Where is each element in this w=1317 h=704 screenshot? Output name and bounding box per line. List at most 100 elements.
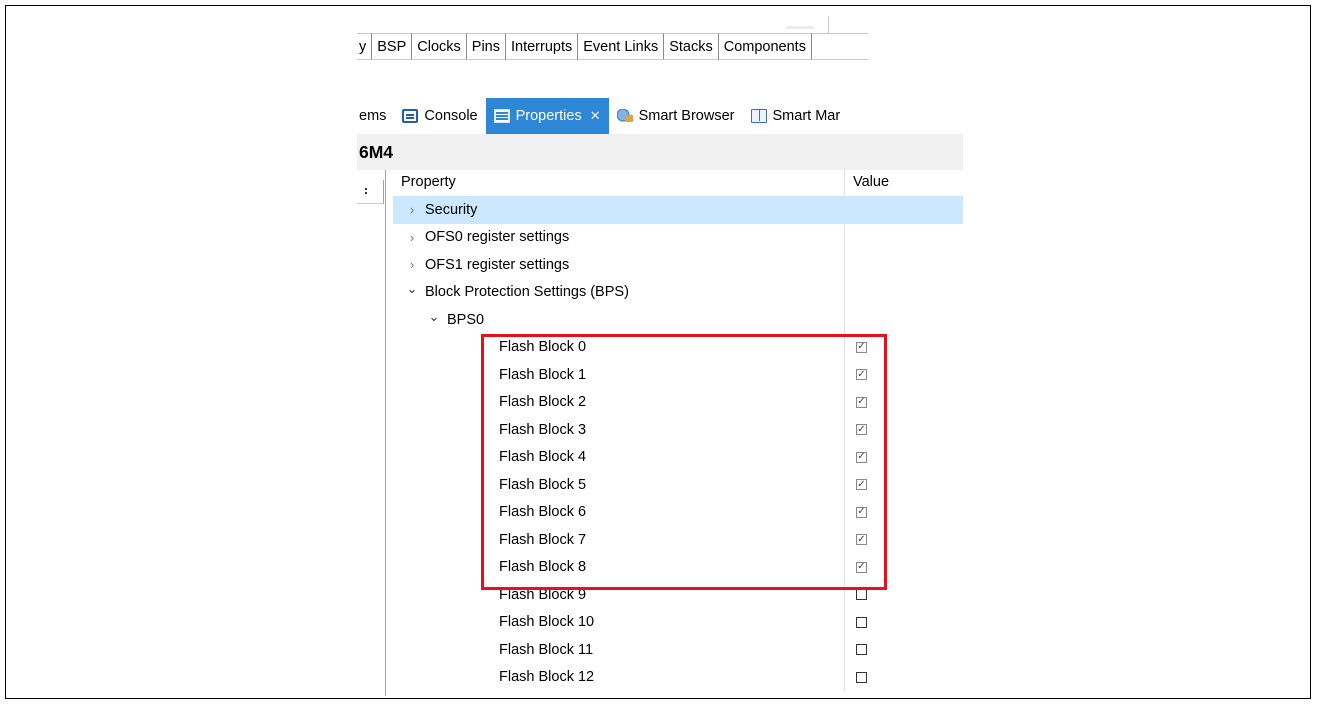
chevron-right-icon[interactable]: ›: [403, 230, 421, 245]
checkbox[interactable]: ✓: [856, 561, 867, 573]
table-row[interactable]: Flash Block 7 ✓: [393, 526, 963, 554]
property-label: Flash Block 6: [499, 504, 587, 521]
checkbox[interactable]: [856, 589, 867, 601]
value-cell: [844, 663, 963, 691]
table-row[interactable]: Flash Block 10: [393, 608, 963, 636]
property-label: Flash Block 9: [499, 586, 587, 603]
property-label: Flash Block 4: [499, 449, 587, 466]
value-cell: ✓: [844, 416, 963, 444]
checkbox[interactable]: ✓: [856, 369, 867, 381]
property-cell: › OFS0 register settings: [393, 224, 844, 252]
chevron-down-icon[interactable]: ⌄: [403, 281, 421, 297]
property-label: Flash Block 5: [499, 476, 587, 493]
tab-components[interactable]: Components: [718, 33, 812, 60]
checkbox[interactable]: [856, 644, 867, 656]
property-cell: ⌄ Block Protection Settings (BPS): [393, 279, 844, 307]
table-row[interactable]: Flash Block 6 ✓: [393, 498, 963, 527]
table-row[interactable]: › OFS1 register settings: [393, 251, 963, 279]
value-cell: ✓: [844, 333, 963, 361]
chevron-right-icon[interactable]: ›: [403, 202, 421, 217]
table-row[interactable]: Flash Block 0 ✓: [393, 333, 963, 361]
value-cell: [844, 251, 963, 279]
value-cell: [844, 608, 963, 636]
tab-clocks[interactable]: Clocks: [412, 33, 467, 60]
checkbox[interactable]: [856, 671, 867, 683]
table-row[interactable]: Flash Block 4 ✓: [393, 443, 963, 471]
value-cell: [844, 196, 963, 224]
table-row[interactable]: Flash Block 1 ✓: [393, 361, 963, 389]
tab-event-links[interactable]: Event Links: [578, 33, 665, 60]
table-row[interactable]: Flash Block 3 ✓: [393, 416, 963, 444]
value-cell: [844, 636, 963, 664]
tab-properties[interactable]: Properties ✕: [485, 98, 609, 134]
property-label: Flash Block 2: [499, 394, 587, 411]
tab-smart-browser[interactable]: Smart Browser: [609, 98, 743, 134]
table-row[interactable]: › OFS0 register settings: [393, 223, 963, 252]
checkbox[interactable]: ✓: [856, 396, 867, 408]
value-cell: [844, 306, 963, 334]
checkbox[interactable]: ✓: [856, 506, 867, 518]
tab-bsp[interactable]: BSP: [372, 33, 413, 60]
console-icon: [402, 109, 419, 123]
table-row[interactable]: Flash Block 11: [393, 636, 963, 664]
chevron-right-icon[interactable]: ›: [403, 257, 421, 272]
view-tabbar: ems Console Properties ✕ Smart Browser S…: [357, 98, 963, 134]
table-row[interactable]: Flash Block 5 ✓: [393, 471, 963, 499]
checkbox[interactable]: [856, 616, 867, 628]
property-cell: Flash Block 5: [393, 471, 844, 499]
property-cell: Flash Block 1: [393, 361, 844, 389]
tab-pins[interactable]: Pins: [466, 33, 506, 60]
column-header-property[interactable]: Property: [393, 168, 844, 196]
property-label: Flash Block 11: [499, 641, 594, 658]
tab-interrupts[interactable]: Interrupts: [506, 33, 579, 60]
chevron-down-icon[interactable]: ⌄: [425, 309, 443, 325]
property-cell: Flash Block 6: [393, 499, 844, 527]
value-cell: ✓: [844, 388, 963, 416]
checkbox[interactable]: ✓: [856, 341, 867, 353]
value-cell: [844, 581, 963, 609]
property-cell: Flash Block 8: [393, 554, 844, 582]
properties-icon: [493, 109, 510, 123]
table-body: › Security › OFS0 register settings › OFS1 re…: [393, 196, 963, 691]
value-cell: ✓: [844, 443, 963, 471]
tab-smart-manual[interactable]: Smart Mar: [743, 98, 849, 134]
checkbox[interactable]: ✓: [856, 424, 867, 436]
table-row[interactable]: › Security: [393, 196, 963, 224]
property-label: Flash Block 10: [499, 614, 595, 631]
tab-summary[interactable]: y: [357, 33, 373, 60]
value-cell: [844, 278, 963, 306]
property-label: Flash Block 3: [499, 421, 587, 438]
toolbar-remnant: [786, 26, 814, 29]
property-cell: Flash Block 12: [393, 664, 844, 692]
table-row[interactable]: Flash Block 9: [393, 581, 963, 609]
value-cell: ✓: [844, 553, 963, 581]
tab-stacks[interactable]: Stacks: [664, 33, 719, 60]
table-row[interactable]: Flash Block 2 ✓: [393, 388, 963, 417]
tab-console[interactable]: Console: [394, 98, 485, 134]
side-tab[interactable]: [357, 180, 384, 204]
table-row[interactable]: ⌄ BPS0: [393, 306, 963, 334]
properties-tab-label: Properties: [515, 108, 582, 124]
close-icon[interactable]: ✕: [590, 108, 601, 124]
problems-tab-label: ems: [359, 108, 387, 124]
table-row[interactable]: Flash Block 12: [393, 663, 963, 692]
smart-browser-tab-label: Smart Browser: [638, 108, 735, 124]
property-cell: Flash Block 9: [393, 581, 844, 609]
property-label: OFS0 register settings: [425, 229, 570, 246]
value-cell: ✓: [844, 471, 963, 499]
table-row[interactable]: ⌄ Block Protection Settings (BPS): [393, 278, 963, 307]
property-label: Flash Block 7: [499, 531, 587, 548]
configuration-editor-tabs: y BSP Clocks Pins Interrupts Event Links…: [357, 33, 868, 60]
property-cell: Flash Block 11: [393, 636, 844, 664]
value-cell: [844, 223, 963, 251]
property-cell: › OFS1 register settings: [393, 251, 844, 279]
tab-problems[interactable]: ems: [357, 98, 394, 134]
checkbox[interactable]: ✓: [856, 479, 867, 491]
table-row[interactable]: Flash Block 8 ✓: [393, 553, 963, 582]
checkbox[interactable]: ✓: [856, 534, 867, 546]
properties-title-band: 6M4: [357, 134, 963, 170]
checkbox[interactable]: ✓: [856, 451, 867, 463]
property-label: Flash Block 8: [499, 559, 587, 576]
property-cell: Flash Block 2: [393, 389, 844, 417]
column-header-value[interactable]: Value: [844, 168, 963, 196]
